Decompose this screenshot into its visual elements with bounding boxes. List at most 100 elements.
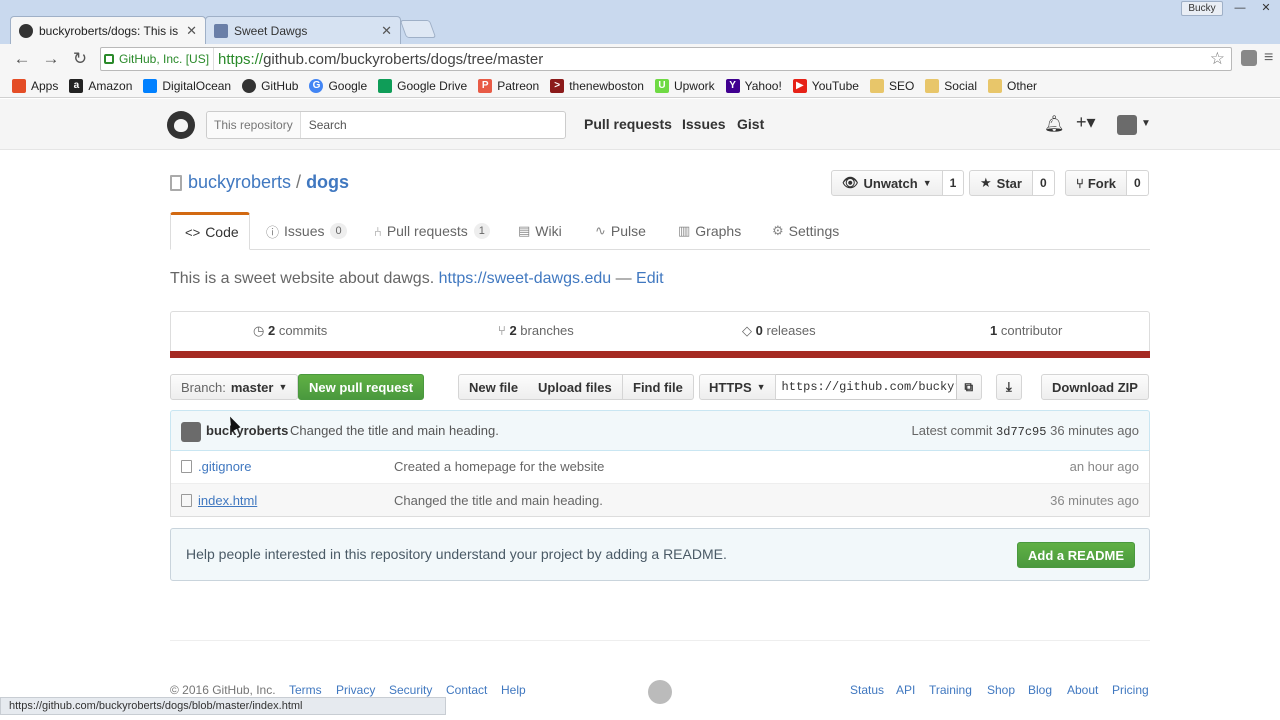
star-button[interactable]: ★ Star	[969, 170, 1033, 196]
commit-sha-link[interactable]: 3d77c95	[996, 425, 1046, 439]
close-window-icon[interactable]: ✕	[1254, 1, 1278, 16]
nav-pull-requests[interactable]: Pull requests	[584, 116, 672, 132]
author-avatar[interactable]	[181, 422, 201, 442]
open-desktop-icon[interactable]: ⤓	[996, 374, 1022, 400]
user-avatar[interactable]	[1117, 115, 1137, 135]
fork-button[interactable]: ⑂ Fork	[1065, 170, 1127, 196]
extension-icon[interactable]	[1241, 50, 1257, 66]
copy-clipboard-icon[interactable]: ⧉	[956, 374, 983, 400]
tab-wiki[interactable]: ▤ Wiki	[504, 212, 576, 250]
new-file-button[interactable]: New file	[458, 374, 530, 400]
commits-link[interactable]: ◷ 2 commits	[253, 323, 327, 339]
edit-description-link[interactable]: Edit	[636, 270, 664, 287]
footer-link-privacy[interactable]: Privacy	[336, 683, 375, 697]
tab-close-icon[interactable]: ✕	[381, 23, 392, 39]
footer-link-api[interactable]: API	[896, 683, 915, 697]
browser-tab-active[interactable]: buckyroberts/dogs: This is ✕	[10, 16, 206, 44]
browser-tab[interactable]: Sweet Dawgs ✕	[205, 16, 401, 44]
minimize-icon[interactable]: —	[1228, 1, 1252, 16]
tab-close-icon[interactable]: ✕	[186, 23, 197, 39]
tab-issues[interactable]: ⓘ Issues 0	[252, 212, 361, 250]
clone-url-input[interactable]: https://github.com/buckyroberts/dogs.git	[775, 374, 957, 400]
folder-icon	[869, 78, 884, 93]
nav-gist[interactable]: Gist	[737, 116, 764, 132]
star-count[interactable]: 0	[1032, 170, 1055, 196]
notification-bell-icon[interactable]: 🔔︎	[1044, 114, 1064, 134]
bookmark-youtube[interactable]: ▶ YouTube	[792, 78, 859, 93]
menu-icon[interactable]: ≡	[1264, 49, 1273, 67]
search-input[interactable]: This repository Search	[206, 111, 566, 139]
reload-icon[interactable]: ↻	[69, 49, 91, 71]
github-footer-logo-icon[interactable]	[648, 680, 672, 704]
bookmark-google[interactable]: G Google	[309, 78, 367, 93]
footer-link-security[interactable]: Security	[389, 683, 432, 697]
repo-owner-link[interactable]: buckyroberts	[188, 172, 291, 193]
commit-message-link[interactable]: Changed the title and main heading.	[290, 423, 499, 438]
releases-link[interactable]: ◇ 0 releases	[742, 323, 816, 339]
code-icon: <>	[185, 224, 201, 240]
upload-files-button[interactable]: Upload files	[528, 374, 623, 400]
address-bar[interactable]: GitHub, Inc. [US] https:// github.com/bu…	[100, 47, 1232, 71]
bookmark-github[interactable]: GitHub	[242, 78, 298, 93]
bookmark-digitalocean[interactable]: DigitalOcean	[143, 78, 231, 93]
chevron-down-icon: ▼	[922, 178, 932, 188]
footer-link-shop[interactable]: Shop	[987, 683, 1015, 697]
nav-issues[interactable]: Issues	[682, 116, 726, 132]
add-readme-button[interactable]: Add a README	[1017, 542, 1136, 568]
file-name-link[interactable]: index.html	[198, 493, 257, 508]
bookmark-patreon[interactable]: P Patreon	[478, 78, 539, 93]
file-commit-message-link[interactable]: Created a homepage for the website	[394, 459, 604, 474]
footer-link-about[interactable]: About	[1067, 683, 1098, 697]
chevron-down-icon[interactable]: ▼	[1141, 118, 1151, 129]
bookmark-google-drive[interactable]: Google Drive	[378, 78, 467, 93]
bookmark-yahoo[interactable]: Y Yahoo!	[725, 78, 782, 93]
footer-link-help[interactable]: Help	[501, 683, 526, 697]
bookmark-thenewboston[interactable]: > thenewboston	[550, 78, 644, 93]
bookmark-star-icon[interactable]: ☆	[1210, 49, 1225, 69]
find-file-button[interactable]: Find file	[623, 374, 694, 400]
tab-settings[interactable]: ⚙ Settings	[758, 212, 853, 250]
fork-count[interactable]: 0	[1126, 170, 1149, 196]
bookmark-apps[interactable]: Apps	[12, 78, 58, 93]
ev-certificate-badge[interactable]: GitHub, Inc. [US]	[101, 48, 215, 70]
file-commit-message-link[interactable]: Changed the title and main heading.	[394, 493, 603, 508]
download-zip-button[interactable]: Download ZIP	[1041, 374, 1149, 400]
footer-link-contact[interactable]: Contact	[446, 683, 487, 697]
profile-button[interactable]: Bucky	[1181, 1, 1223, 16]
language-bar[interactable]	[170, 351, 1150, 358]
bookmark-folder-seo[interactable]: SEO	[869, 78, 914, 93]
bookmark-amazon[interactable]: a Amazon	[69, 78, 132, 93]
branch-icon: ⑂	[498, 323, 506, 338]
branch-select-button[interactable]: Branch: master ▼	[170, 374, 299, 400]
new-pull-request-button[interactable]: New pull request	[298, 374, 425, 400]
contributors-link[interactable]: 1 contributor	[990, 323, 1062, 338]
branches-link[interactable]: ⑂ 2 branches	[498, 323, 574, 338]
tab-pulse[interactable]: ∿ Pulse	[581, 212, 660, 250]
footer-link-pricing[interactable]: Pricing	[1112, 683, 1149, 697]
commit-author-link[interactable]: buckyroberts	[206, 423, 288, 438]
repo-name-link[interactable]: dogs	[306, 172, 349, 193]
footer-link-status[interactable]: Status	[850, 683, 884, 697]
github-favicon-icon	[19, 23, 33, 38]
footer-link-blog[interactable]: Blog	[1028, 683, 1052, 697]
bookmark-upwork[interactable]: U Upwork	[654, 78, 715, 93]
tab-pull-requests[interactable]: ⑃ Pull requests 1	[360, 212, 504, 250]
unwatch-button[interactable]: 👁︎ Unwatch ▼	[831, 170, 943, 196]
forward-icon[interactable]: →	[40, 49, 62, 71]
footer-link-training[interactable]: Training	[929, 683, 972, 697]
protocol-select-button[interactable]: HTTPS ▼	[699, 374, 776, 400]
back-icon[interactable]: ←	[11, 49, 33, 71]
description-dash: —	[615, 270, 632, 287]
file-name-link[interactable]: .gitignore	[198, 459, 251, 474]
homepage-link[interactable]: https://sweet-dawgs.edu	[439, 270, 612, 287]
tab-graphs[interactable]: ▥ Graphs	[664, 212, 755, 250]
tab-code[interactable]: <> Code	[170, 212, 250, 250]
watch-count[interactable]: 1	[942, 170, 965, 196]
create-new-icon[interactable]: +▾	[1076, 112, 1096, 133]
github-logo-icon[interactable]	[167, 111, 195, 139]
fork-group: ⑂ Fork 0	[1065, 170, 1149, 196]
bookmark-folder-social[interactable]: Social	[925, 78, 977, 93]
footer-link-terms[interactable]: Terms	[289, 683, 322, 697]
bookmark-folder-other[interactable]: Other	[987, 78, 1037, 93]
new-tab-button[interactable]	[399, 20, 437, 38]
